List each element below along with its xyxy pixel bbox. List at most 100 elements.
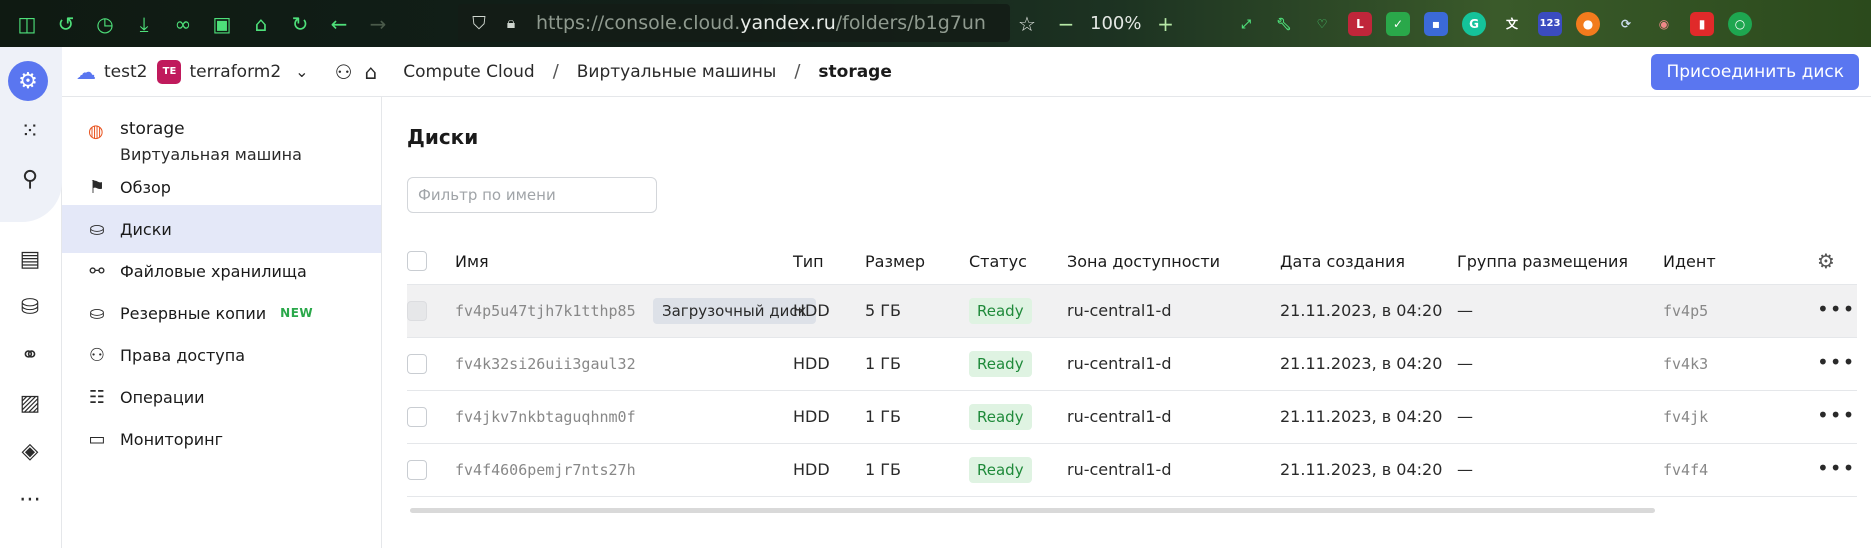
table-row[interactable]: fv4p5u47tjh7k1tthp85 Загрузочный диск HD… bbox=[407, 285, 1857, 338]
storage-icon[interactable]: ⛁ bbox=[8, 285, 52, 329]
left-rail: ⚙ ⁙ ⚲ ▤ ⛁ ⚭ ▨ ◈ ⋯ bbox=[0, 47, 62, 548]
table-row[interactable]: fv4f4606pemjr7nts27h HDD 1 ГБ Ready ru-c… bbox=[407, 444, 1857, 497]
select-all-checkbox[interactable] bbox=[407, 251, 427, 271]
grammarly-icon[interactable]: G bbox=[1462, 11, 1486, 36]
status-badge: Ready bbox=[969, 351, 1032, 377]
row-checkbox[interactable] bbox=[407, 460, 427, 480]
disk-id: fv4k3 bbox=[1663, 355, 1709, 373]
nav-item-backups[interactable]: ⛀ Резервные копии NEW bbox=[62, 289, 381, 337]
network-icon[interactable]: ⚭ bbox=[8, 333, 52, 377]
main-content: Диски Имя Тип Размер Статус Зона доступн… bbox=[383, 97, 1871, 548]
zoom-level[interactable]: 100% bbox=[1090, 13, 1141, 34]
nav-item-label: Резервные копии bbox=[120, 303, 267, 323]
zoom-in-icon[interactable]: + bbox=[1153, 12, 1177, 36]
home-browser-icon[interactable]: ⌂ bbox=[249, 12, 273, 36]
column-header-type[interactable]: Тип bbox=[793, 252, 824, 271]
row-actions-icon[interactable]: ••• bbox=[1817, 456, 1855, 480]
breadcrumb-separator: / bbox=[552, 61, 559, 82]
disk-name[interactable]: fv4p5u47tjh7k1tthp85 bbox=[455, 302, 636, 320]
cloud-name[interactable]: test2 bbox=[104, 62, 147, 82]
folder-name[interactable]: terraform2 bbox=[189, 62, 281, 82]
screen-icon[interactable]: ▣ bbox=[210, 12, 234, 36]
compute-service-icon[interactable]: ⚙ bbox=[8, 61, 48, 101]
save-icon[interactable]: ▪ bbox=[1424, 11, 1448, 36]
breadcrumb-compute[interactable]: Compute Cloud bbox=[403, 62, 534, 82]
shield-icon[interactable]: ⛉ bbox=[468, 13, 490, 34]
wrench-icon[interactable]: 🔧︎ bbox=[1272, 12, 1296, 36]
bookmark-star-icon[interactable]: ☆ bbox=[1015, 12, 1039, 36]
column-header-size[interactable]: Размер bbox=[865, 252, 925, 271]
nav-item-monitoring[interactable]: ▭ Мониторинг bbox=[62, 415, 381, 463]
disk-zone: ru-central1-d bbox=[1067, 354, 1172, 373]
chevron-down-icon[interactable]: ⌄ bbox=[295, 62, 308, 81]
nav-item-overview[interactable]: ⚑ Обзор bbox=[62, 163, 381, 211]
table-row[interactable]: fv4k32si26uii3gaul32 HDD 1 ГБ Ready ru-c… bbox=[407, 338, 1857, 391]
disk-name[interactable]: fv4jkv7nkbtaguqhnm0f bbox=[455, 408, 636, 426]
dashboard-icon[interactable]: ▤ bbox=[8, 237, 52, 281]
page-title: Диски bbox=[407, 125, 479, 149]
reload-icon[interactable]: ↻ bbox=[288, 12, 312, 36]
home-icon[interactable]: ⌂ bbox=[365, 60, 378, 84]
row-checkbox[interactable] bbox=[407, 354, 427, 374]
column-header-created[interactable]: Дата создания bbox=[1280, 252, 1405, 271]
gear-icon[interactable]: ⚙ bbox=[1817, 249, 1835, 273]
nav-item-disks[interactable]: ⛀ Диски bbox=[62, 205, 381, 253]
image-icon[interactable]: ▨ bbox=[8, 381, 52, 425]
back-icon[interactable]: ← bbox=[327, 12, 351, 36]
disk-zone: ru-central1-d bbox=[1067, 407, 1172, 426]
name-filter-input[interactable] bbox=[407, 177, 657, 213]
disk-name[interactable]: fv4f4606pemjr7nts27h bbox=[455, 461, 636, 479]
expand-icon[interactable]: ⤢ bbox=[1234, 12, 1258, 36]
clock-icon[interactable]: ◷ bbox=[93, 12, 117, 36]
nav-item-file-storages[interactable]: ⚯ Файловые хранилища bbox=[62, 247, 381, 295]
disk-id: fv4jk bbox=[1663, 408, 1709, 426]
zoom-out-icon[interactable]: − bbox=[1054, 12, 1078, 36]
vm-sidebar: ◍ storage Виртуальная машина ⚑ Обзор ⛀ Д… bbox=[62, 97, 382, 548]
layers-icon[interactable]: ◈ bbox=[8, 429, 52, 473]
hierarchy-icon[interactable]: ⚇ bbox=[335, 60, 353, 84]
column-header-id[interactable]: Идент bbox=[1663, 252, 1716, 271]
more-icon[interactable]: ⋯ bbox=[8, 477, 52, 521]
row-checkbox[interactable] bbox=[407, 407, 427, 427]
sidebar-toggle-icon[interactable]: ◫ bbox=[15, 12, 39, 36]
folder-badge: TE bbox=[157, 59, 182, 84]
forward-icon[interactable]: → bbox=[366, 12, 390, 36]
column-header-name[interactable]: Имя bbox=[455, 252, 489, 271]
breadcrumb-vms[interactable]: Виртуальные машины bbox=[577, 62, 777, 82]
counter-icon[interactable]: 123 bbox=[1538, 11, 1562, 36]
table-row[interactable]: fv4jkv7nkbtaguqhnm0f HDD 1 ГБ Ready ru-c… bbox=[407, 391, 1857, 444]
attach-disk-button[interactable]: Присоединить диск bbox=[1651, 54, 1859, 90]
nav-item-label: Файловые хранилища bbox=[120, 261, 307, 281]
disk-zone: ru-central1-d bbox=[1067, 301, 1172, 320]
sync-icon[interactable]: ⟳ bbox=[1614, 12, 1638, 36]
lastpass-icon[interactable]: L bbox=[1348, 11, 1372, 36]
row-actions-icon[interactable]: ••• bbox=[1817, 350, 1855, 374]
book-icon[interactable]: ▮ bbox=[1690, 11, 1714, 36]
nav-item-operations[interactable]: ☷ Операции bbox=[62, 373, 381, 421]
vm-type: Виртуальная машина bbox=[120, 145, 302, 164]
disk-name[interactable]: fv4k32si26uii3gaul32 bbox=[455, 355, 636, 373]
services-grid-icon[interactable]: ⁙ bbox=[8, 109, 52, 153]
row-actions-icon[interactable]: ••• bbox=[1817, 403, 1855, 427]
url-text[interactable]: https://console.cloud.yandex.ru/folders/… bbox=[536, 12, 986, 34]
column-header-placement-group[interactable]: Группа размещения bbox=[1457, 252, 1628, 271]
search-icon[interactable]: ⚲ bbox=[8, 157, 52, 201]
column-header-zone[interactable]: Зона доступности bbox=[1067, 252, 1220, 271]
share-icon: ⚯ bbox=[89, 260, 105, 282]
mask-icon[interactable]: ∞ bbox=[171, 12, 195, 36]
pocket-icon[interactable]: ♡ bbox=[1310, 12, 1334, 36]
orange-ext-icon[interactable]: ● bbox=[1576, 11, 1600, 36]
translate-icon[interactable]: 文 bbox=[1500, 12, 1524, 36]
circle-ext-icon[interactable]: ○ bbox=[1728, 11, 1752, 36]
url-bar[interactable]: ⛉ 🔒︎ https://console.cloud.yandex.ru/fol… bbox=[458, 4, 1010, 42]
adguard-icon[interactable]: ✓ bbox=[1386, 11, 1410, 36]
column-header-status[interactable]: Статус bbox=[969, 252, 1027, 271]
row-actions-icon[interactable]: ••• bbox=[1817, 297, 1855, 321]
horizontal-scrollbar[interactable] bbox=[410, 508, 1655, 513]
download-icon[interactable]: ⤓ bbox=[132, 12, 156, 36]
disk-placement-group: — bbox=[1457, 407, 1473, 426]
palette-icon[interactable]: ◉ bbox=[1652, 12, 1676, 36]
nav-item-access[interactable]: ⚇ Права доступа bbox=[62, 331, 381, 379]
history-icon[interactable]: ↺ bbox=[54, 12, 78, 36]
disk-type: HDD bbox=[793, 407, 830, 426]
